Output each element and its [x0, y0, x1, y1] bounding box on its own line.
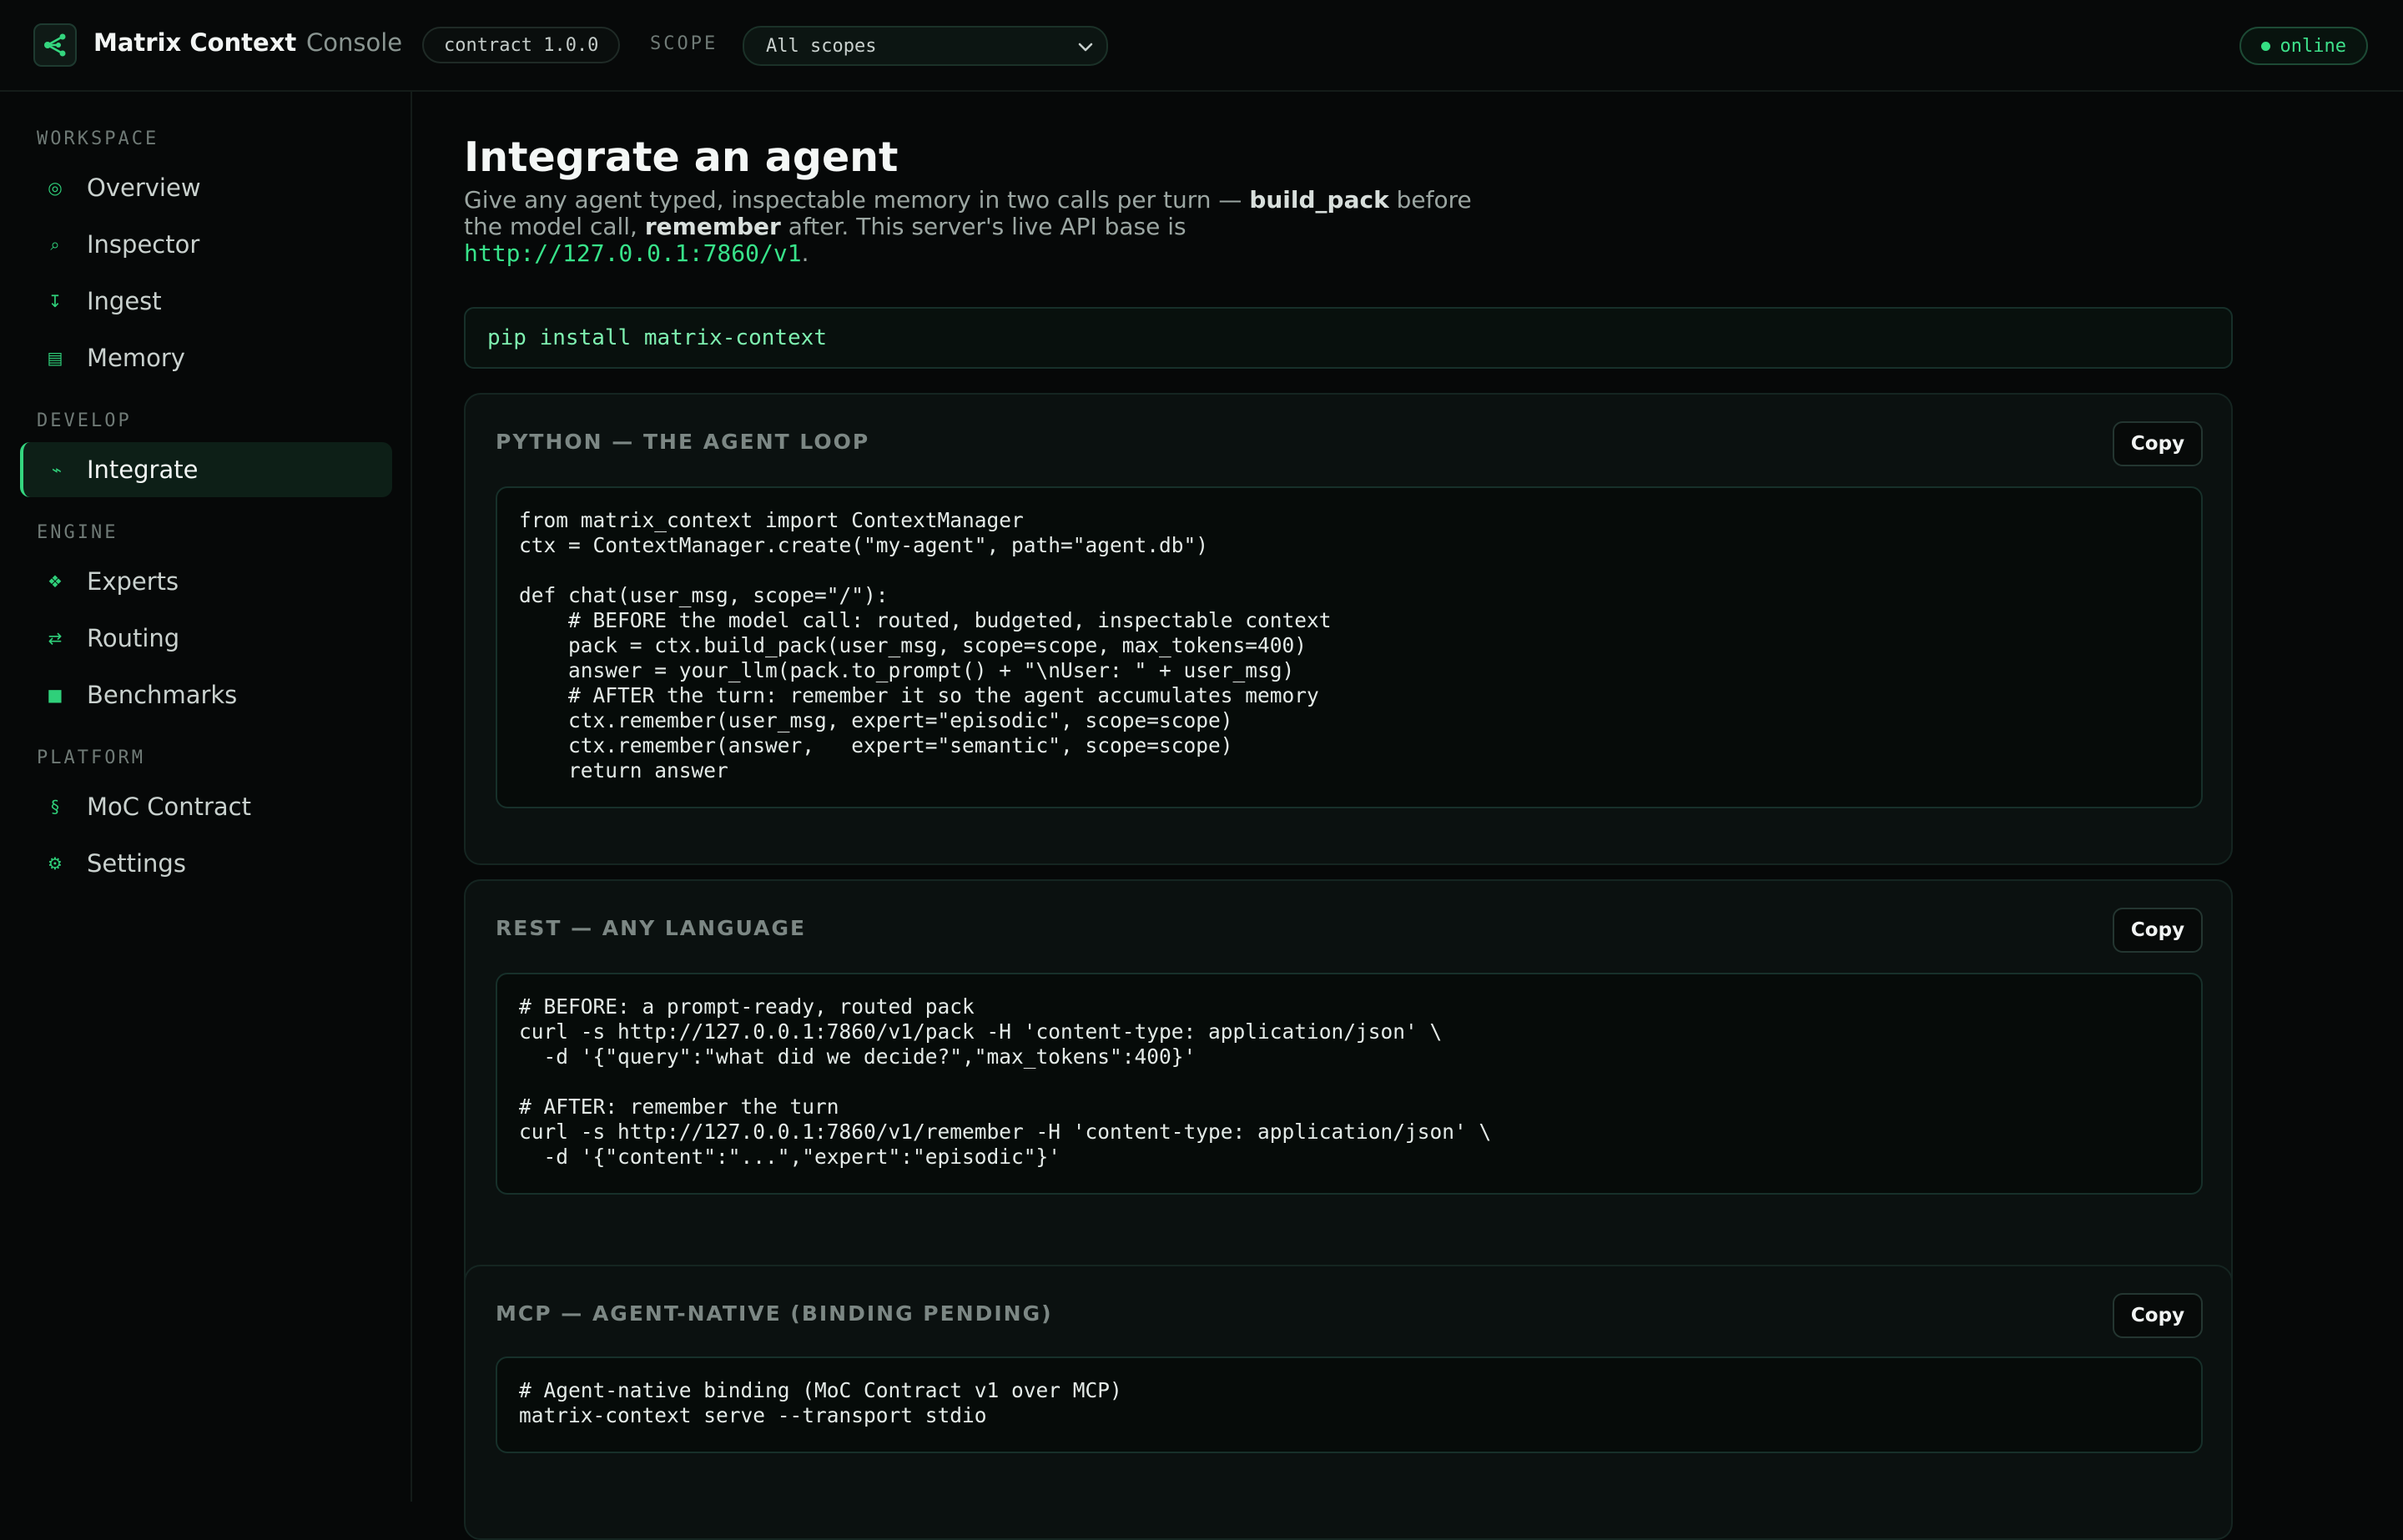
desc-text: after. This server's live API base is — [780, 213, 1186, 240]
brand-name: Matrix Context — [93, 28, 297, 57]
sidebar-item-integrate[interactable]: ⌁ Integrate — [20, 442, 392, 497]
mcp-snippet-card: MCP — AGENT-NATIVE (BINDING PENDING) Cop… — [464, 1265, 2233, 1540]
square-icon: ■ — [47, 685, 63, 705]
gear-icon: ⚙ — [48, 853, 63, 873]
chevron-down-icon — [1076, 38, 1095, 61]
status-dot-icon — [2260, 41, 2270, 51]
main-content: Integrate an agent Give any agent typed,… — [414, 92, 2403, 1540]
sidebar-item-overview[interactable]: ◎ Overview — [20, 160, 392, 215]
top-bar: Matrix Context Console contract 1.0.0 SC… — [0, 0, 2403, 92]
sidebar-item-label: Benchmarks — [87, 681, 238, 709]
brand-subtitle: Console — [306, 28, 403, 57]
page-description: Give any agent typed, inspectable memory… — [464, 187, 1490, 267]
sidebar-item-label: Overview — [87, 174, 201, 202]
database-icon: ▤ — [47, 348, 63, 368]
page-title: Integrate an agent — [464, 133, 899, 181]
install-command[interactable]: pip install matrix-context — [464, 307, 2233, 369]
card-title: PYTHON — THE AGENT LOOP — [496, 430, 870, 454]
sidebar-item-ingest[interactable]: ↧ Ingest — [20, 274, 392, 329]
sidebar-item-label: Integrate — [87, 455, 199, 484]
sidebar-item-label: Ingest — [87, 287, 162, 315]
sidebar-item-experts[interactable]: ❖ Experts — [20, 554, 392, 609]
sidebar-item-label: Inspector — [87, 230, 200, 259]
diamond-icon: ❖ — [48, 571, 63, 591]
search-icon: ⌕ — [50, 234, 60, 254]
desc-remember: remember — [644, 213, 781, 240]
sidebar-item-label: Routing — [87, 624, 180, 652]
sidebar-item-label: Memory — [87, 344, 185, 372]
code-block[interactable]: from matrix_context import ContextManage… — [496, 486, 2203, 808]
copy-button[interactable]: Copy — [2113, 1293, 2203, 1338]
section-develop: DEVELOP — [37, 410, 132, 431]
target-icon: ◎ — [48, 178, 63, 198]
status-text: online — [2280, 35, 2346, 57]
sidebar: WORKSPACE ◎ Overview ⌕ Inspector ↧ Inges… — [0, 92, 412, 1502]
api-base-link[interactable]: http://127.0.0.1:7860/v1 — [464, 239, 802, 267]
desc-text: . — [801, 239, 809, 267]
section-engine: ENGINE — [37, 522, 118, 543]
sidebar-item-inspector[interactable]: ⌕ Inspector — [20, 217, 392, 272]
card-title: MCP — AGENT-NATIVE (BINDING PENDING) — [496, 1301, 1053, 1326]
mcp-code: # Agent-native binding (MoC Contract v1 … — [519, 1378, 1122, 1427]
section-icon: § — [51, 797, 59, 817]
sidebar-item-label: Experts — [87, 567, 179, 596]
copy-button[interactable]: Copy — [2113, 421, 2203, 466]
rest-code: # BEFORE: a prompt-ready, routed pack cu… — [519, 994, 1492, 1169]
sidebar-item-benchmarks[interactable]: ■ Benchmarks — [20, 667, 392, 722]
code-block[interactable]: # BEFORE: a prompt-ready, routed pack cu… — [496, 973, 2203, 1195]
desc-build-pack: build_pack — [1249, 186, 1389, 214]
logo-icon[interactable] — [33, 23, 77, 67]
sidebar-item-settings[interactable]: ⚙ Settings — [20, 836, 392, 891]
code-block[interactable]: # Agent-native binding (MoC Contract v1 … — [496, 1356, 2203, 1453]
scope-select-value: All scopes — [766, 35, 877, 57]
scope-select[interactable]: All scopes — [743, 26, 1108, 66]
section-workspace: WORKSPACE — [37, 128, 159, 149]
python-code: from matrix_context import ContextManage… — [519, 508, 1332, 783]
desc-text: Give any agent typed, inspectable memory… — [464, 186, 1250, 214]
sidebar-item-memory[interactable]: ▤ Memory — [20, 330, 392, 385]
sidebar-item-label: Settings — [87, 849, 186, 878]
status-badge: online — [2239, 27, 2368, 65]
copy-button[interactable]: Copy — [2113, 908, 2203, 953]
sidebar-item-moc-contract[interactable]: § MoC Contract — [20, 779, 392, 834]
python-snippet-card: PYTHON — THE AGENT LOOP Copy from matrix… — [464, 393, 2233, 865]
plug-icon: ⌁ — [51, 460, 63, 480]
sidebar-item-routing[interactable]: ⇄ Routing — [20, 611, 392, 666]
sidebar-item-label: MoC Contract — [87, 793, 251, 821]
section-platform: PLATFORM — [37, 747, 145, 768]
contract-version-badge: contract 1.0.0 — [422, 27, 621, 63]
scope-label: SCOPE — [650, 33, 718, 54]
card-title: REST — ANY LANGUAGE — [496, 916, 807, 940]
download-icon: ↧ — [48, 291, 63, 311]
swap-arrows-icon: ⇄ — [48, 628, 63, 648]
